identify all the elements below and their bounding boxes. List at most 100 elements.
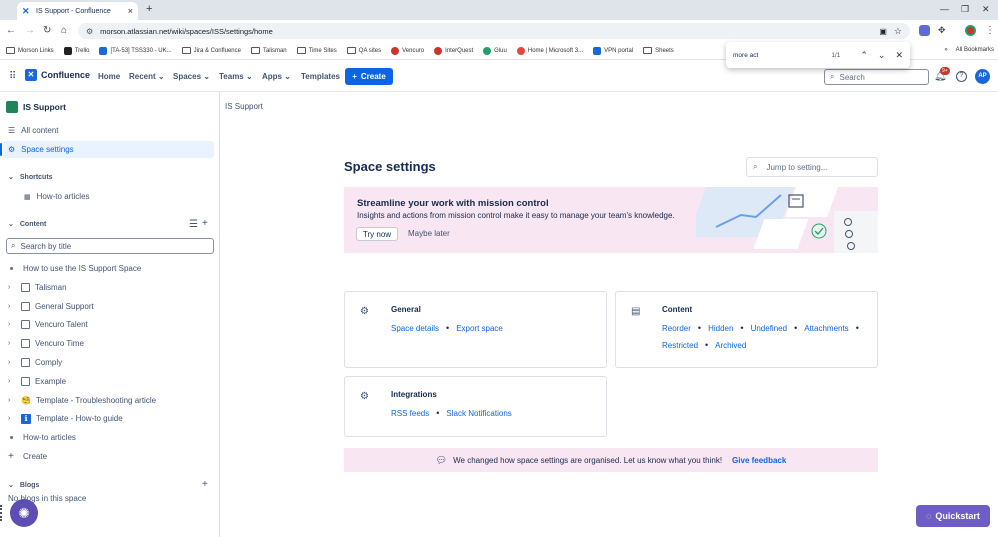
avatar[interactable]: AP: [975, 69, 990, 84]
folder-icon: [6, 47, 15, 54]
archived-link[interactable]: Archived: [715, 341, 746, 350]
tree-item[interactable]: How to use the IS Support Space: [0, 260, 219, 277]
bookmark-item[interactable]: Home | Microsoft 3...: [516, 46, 583, 55]
minimize-icon[interactable]: —: [940, 4, 949, 14]
forward-icon[interactable]: →: [25, 25, 35, 36]
app-switcher-icon[interactable]: ⠿: [9, 71, 16, 82]
bookmark-item[interactable]: Jira & Confluence: [181, 47, 241, 54]
nav-apps[interactable]: Apps ⌄: [262, 72, 291, 81]
hidden-link[interactable]: Hidden: [708, 324, 733, 333]
sidebar-create[interactable]: + Create: [0, 448, 219, 465]
rss-feeds-link[interactable]: RSS feeds: [391, 409, 429, 418]
browser-tab-active[interactable]: ✕ IS Support - Confluence ×: [17, 2, 138, 20]
global-search-input[interactable]: ⌕ Search: [824, 69, 929, 85]
restricted-link[interactable]: Restricted: [662, 341, 698, 350]
reload-icon[interactable]: ↻: [43, 25, 51, 36]
bookmark-item[interactable]: Gluu: [483, 46, 507, 55]
chevron-right-icon[interactable]: ›: [8, 340, 18, 347]
extension-icon[interactable]: [919, 25, 930, 36]
bookmark-item[interactable]: QA sites: [346, 47, 381, 54]
site-info-icon[interactable]: ⚙: [86, 27, 93, 36]
tree-item[interactable]: › General Support: [0, 298, 219, 315]
tree-item[interactable]: › 🧐 Template - Troubleshooting article: [0, 392, 219, 409]
chevron-right-icon[interactable]: ›: [8, 321, 18, 328]
confluence-logo[interactable]: ✕ Confluence: [25, 69, 90, 81]
nav-recent[interactable]: Recent ⌄: [129, 72, 165, 81]
chevron-right-icon[interactable]: ›: [8, 303, 18, 310]
quickstart-button[interactable]: ◌ Quickstart: [916, 505, 990, 527]
shortcut-item[interactable]: ▦ How-to articles: [0, 188, 219, 205]
attachments-link[interactable]: Attachments: [804, 324, 848, 333]
chevron-right-icon[interactable]: ›: [8, 397, 18, 404]
tree-item[interactable]: › Comply: [0, 354, 219, 371]
close-tab-icon[interactable]: ×: [128, 6, 133, 16]
tree-item[interactable]: › Vencuro Time: [0, 335, 219, 352]
find-next-icon[interactable]: ⌄: [878, 50, 886, 61]
nav-spaces[interactable]: Spaces ⌄: [173, 72, 210, 81]
tree-item[interactable]: › ℹ Template - How-to guide: [0, 410, 219, 427]
add-blog-icon[interactable]: +: [202, 479, 208, 490]
search-by-title-input[interactable]: ⌕ Search by title: [6, 238, 214, 254]
chevron-right-icon[interactable]: ›: [8, 284, 18, 291]
bookmark-item[interactable]: [TA-53] TSS330 - UK...: [99, 46, 172, 55]
try-now-button[interactable]: Try now: [356, 227, 398, 241]
browser-menu-icon[interactable]: ⋮: [985, 25, 995, 36]
find-close-icon[interactable]: ✕: [895, 50, 903, 61]
find-input[interactable]: more act: [733, 52, 758, 59]
bookmark-item[interactable]: Vencuro: [391, 46, 424, 55]
bookmark-star-icon[interactable]: ☆: [894, 26, 902, 37]
tree-item[interactable]: › Talisman: [0, 279, 219, 296]
tree-item[interactable]: › Vencuro Talent: [0, 316, 219, 333]
breadcrumb[interactable]: IS Support: [225, 102, 263, 111]
bookmark-item[interactable]: Morson Links: [6, 47, 54, 54]
bookmark-item[interactable]: Sheets: [643, 47, 674, 54]
window-close-icon[interactable]: ✕: [982, 4, 990, 15]
help-icon[interactable]: ?: [956, 71, 967, 82]
chevron-right-icon[interactable]: ›: [8, 359, 18, 366]
sidebar-item-space-settings[interactable]: ⚙ Space settings: [0, 141, 214, 158]
create-button[interactable]: + Create: [345, 68, 393, 85]
drag-handle-icon[interactable]: [0, 505, 8, 521]
bookmark-item[interactable]: InterQuest: [434, 46, 473, 55]
sidebar-item-all-content[interactable]: ☰ All content: [0, 122, 219, 139]
slack-notifications-link[interactable]: Slack Notifications: [446, 409, 511, 418]
tree-item[interactable]: › Example: [0, 373, 219, 390]
undefined-link[interactable]: Undefined: [751, 324, 787, 333]
filter-icon[interactable]: ☰: [189, 219, 198, 230]
shortcuts-header[interactable]: ⌄ Shortcuts: [8, 173, 53, 182]
maybe-later-button[interactable]: Maybe later: [408, 229, 450, 238]
bookmark-item[interactable]: Talisman: [250, 47, 287, 54]
reorder-link[interactable]: Reorder: [662, 324, 691, 333]
page-icon: [21, 320, 30, 329]
bookmark-item[interactable]: VPN portal: [593, 46, 633, 55]
profile-icon[interactable]: [965, 25, 976, 36]
chevron-right-icon[interactable]: ›: [8, 415, 18, 422]
space-details-link[interactable]: Space details: [391, 324, 439, 333]
more-bookmarks-icon[interactable]: »: [944, 47, 947, 53]
export-space-link[interactable]: Export space: [456, 324, 503, 333]
address-bar[interactable]: ⚙ morson.atlassian.net/wiki/spaces/ISS/s…: [78, 23, 910, 39]
tree-item[interactable]: How-to articles: [0, 429, 219, 446]
give-feedback-link[interactable]: Give feedback: [732, 456, 786, 465]
back-icon[interactable]: ←: [6, 25, 16, 36]
nav-templates[interactable]: Templates: [301, 72, 340, 81]
maximize-icon[interactable]: ❐: [961, 4, 969, 15]
bookmark-item[interactable]: Trello: [63, 46, 89, 55]
extensions-puzzle-icon[interactable]: ✥: [938, 25, 946, 36]
add-content-icon[interactable]: +: [202, 218, 208, 229]
banner-text: Insights and actions from mission contro…: [357, 211, 675, 220]
chevron-right-icon[interactable]: ›: [8, 378, 18, 385]
bookmark-item[interactable]: Time Sites: [296, 47, 337, 54]
space-header[interactable]: IS Support: [6, 101, 66, 113]
new-tab-button[interactable]: +: [146, 3, 152, 15]
page-action-icon[interactable]: ▣: [879, 27, 887, 36]
all-bookmarks[interactable]: All Bookmarks: [956, 47, 994, 53]
nav-home[interactable]: Home: [98, 72, 120, 81]
nav-teams[interactable]: Teams ⌄: [219, 72, 253, 81]
home-icon[interactable]: ⌂: [61, 25, 67, 36]
rovo-assistant-button[interactable]: ✺: [10, 499, 38, 527]
find-previous-icon[interactable]: ⌃: [860, 50, 868, 61]
content-header[interactable]: ⌄ Content: [8, 220, 46, 229]
blogs-header[interactable]: ⌄ Blogs: [8, 481, 39, 490]
jump-to-setting-input[interactable]: ⌕ Jump to setting...: [746, 157, 878, 177]
